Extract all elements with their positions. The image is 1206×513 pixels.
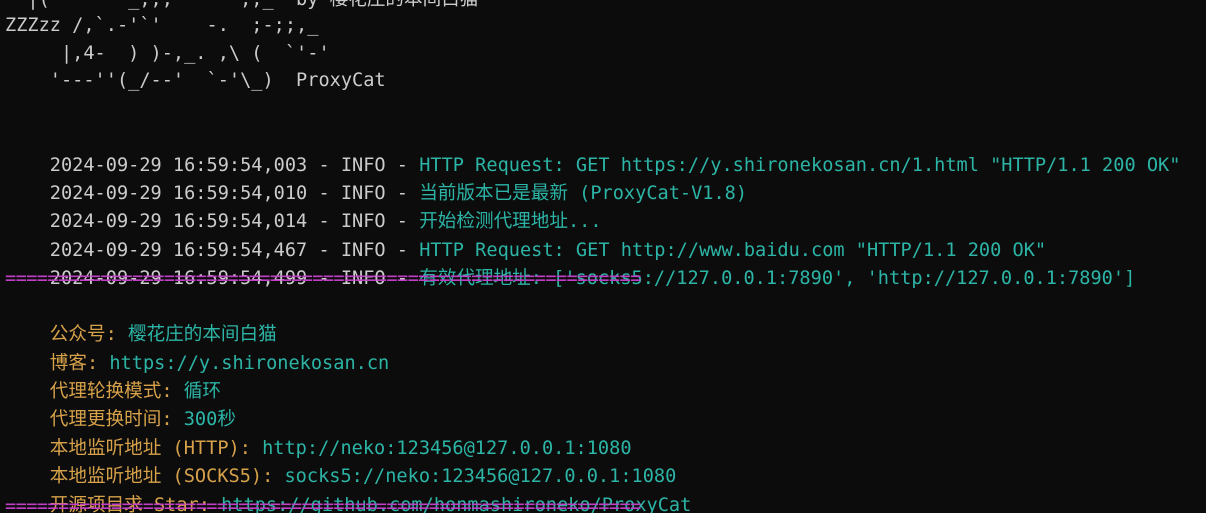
separator-line: ========================================… [5,496,641,513]
terminal-window[interactable]: |( _,,, ,,_ by 樱花庄的本间白猫 ZZZzz /,`.-'`' -… [0,0,1206,513]
info-line: 本地监听地址 (HTTP): http://neko:123456@127.0.… [5,407,632,459]
info-line: 代理更换时间: 300秒 [5,378,236,430]
log-line: 2024-09-29 16:59:54,467 - INFO - HTTP Re… [5,209,1046,261]
info-line: 公众号: 樱花庄的本间白猫 [5,293,277,345]
log-line: 2024-09-29 16:59:54,499 - INFO - 有效代理地址:… [5,237,1135,289]
ascii-banner-line: |,4- ) )-,_. ,\ ( `'-' [5,43,330,64]
ascii-banner-title: '---''(_/--' `-'\_) ProxyCat [5,70,386,91]
info-line: 博客: https://y.shironekosan.cn [5,322,389,374]
info-line: 开源项目求 Star: https://github.com/honmashir… [5,464,692,513]
log-line: 2024-09-29 16:59:54,014 - INFO - 开始检测代理地… [5,180,602,232]
info-line: 本地监听地址 (SOCKS5): socks5://neko:123456@12… [5,435,677,487]
info-line: 代理轮换模式: 循环 [5,350,221,402]
log-line: 2024-09-29 16:59:54,010 - INFO - 当前版本已是最… [5,152,747,204]
separator-line: ========================================… [5,268,641,289]
log-line: 2024-09-29 16:59:54,003 - INFO - HTTP Re… [5,124,1181,176]
ascii-banner-line: ZZZzz /,`.-'`' -. ;-;;,_ [5,15,319,36]
